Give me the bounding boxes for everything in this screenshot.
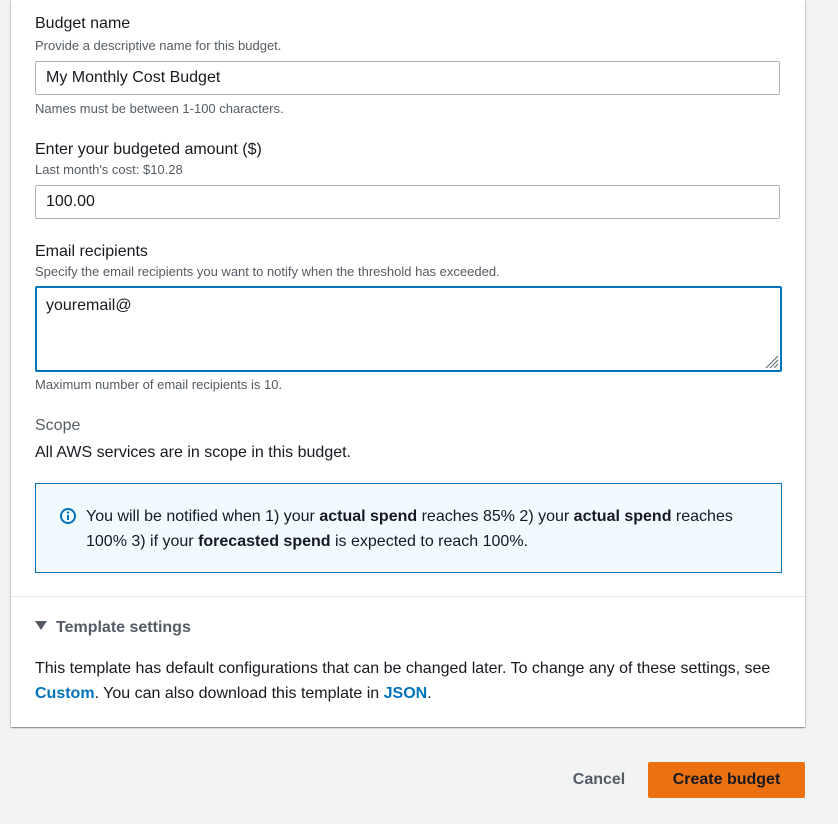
budget-amount-input[interactable]: 100.00 (35, 185, 780, 219)
info-icon (60, 508, 76, 524)
budget-name-label: Budget name (35, 15, 131, 32)
budget-form-card: Budget name Provide a descriptive name f… (11, 0, 805, 727)
template-text-after: . (427, 685, 432, 702)
info-text-part4: is expected to reach 100%. (330, 533, 528, 550)
budget-name-constraint: Names must be between 1-100 characters. (35, 101, 284, 116)
email-recipients-label: Email recipients (35, 243, 148, 260)
create-budget-button[interactable]: Create budget (648, 762, 805, 798)
resize-grip-icon[interactable] (763, 353, 779, 369)
info-bold-actual-spend-2: actual spend (573, 508, 672, 525)
email-recipients-description: Specify the email recipients you want to… (35, 264, 500, 279)
template-text-middle: . You can also download this template in (94, 685, 384, 702)
email-recipients-textarea[interactable]: youremail@ (35, 286, 782, 372)
info-text-part2: reaches 85% 2) your (417, 508, 574, 525)
info-bold-forecasted-spend: forecasted spend (198, 533, 331, 550)
notification-info-alert: You will be notified when 1) your actual… (35, 483, 782, 573)
scope-label: Scope (35, 417, 81, 434)
template-settings-description: This template has default configurations… (35, 656, 795, 706)
budget-name-input[interactable]: My Monthly Cost Budget (35, 61, 780, 95)
json-link[interactable]: JSON (384, 685, 428, 702)
email-recipients-constraint: Maximum number of email recipients is 10… (35, 377, 283, 392)
template-settings-label: Template settings (56, 619, 191, 636)
budget-name-description: Provide a descriptive name for this budg… (35, 38, 282, 53)
info-text-part1: You will be notified when 1) your (86, 508, 320, 525)
budget-amount-label: Enter your budgeted amount ($) (35, 141, 262, 158)
email-recipients-value: youremail@ (46, 297, 132, 314)
last-month-cost: Last month's cost: $10.28 (35, 162, 183, 177)
scope-text: All AWS services are in scope in this bu… (35, 444, 351, 461)
section-divider (11, 596, 805, 597)
template-text-before: This template has default configurations… (35, 660, 771, 677)
template-settings-expander[interactable]: Template settings (35, 618, 191, 638)
info-bold-actual-spend-1: actual spend (319, 508, 418, 525)
custom-link[interactable]: Custom (35, 685, 95, 702)
cancel-button[interactable]: Cancel (562, 762, 636, 798)
caret-down-icon (35, 621, 47, 630)
info-message: You will be notified when 1) your actual… (86, 504, 766, 554)
